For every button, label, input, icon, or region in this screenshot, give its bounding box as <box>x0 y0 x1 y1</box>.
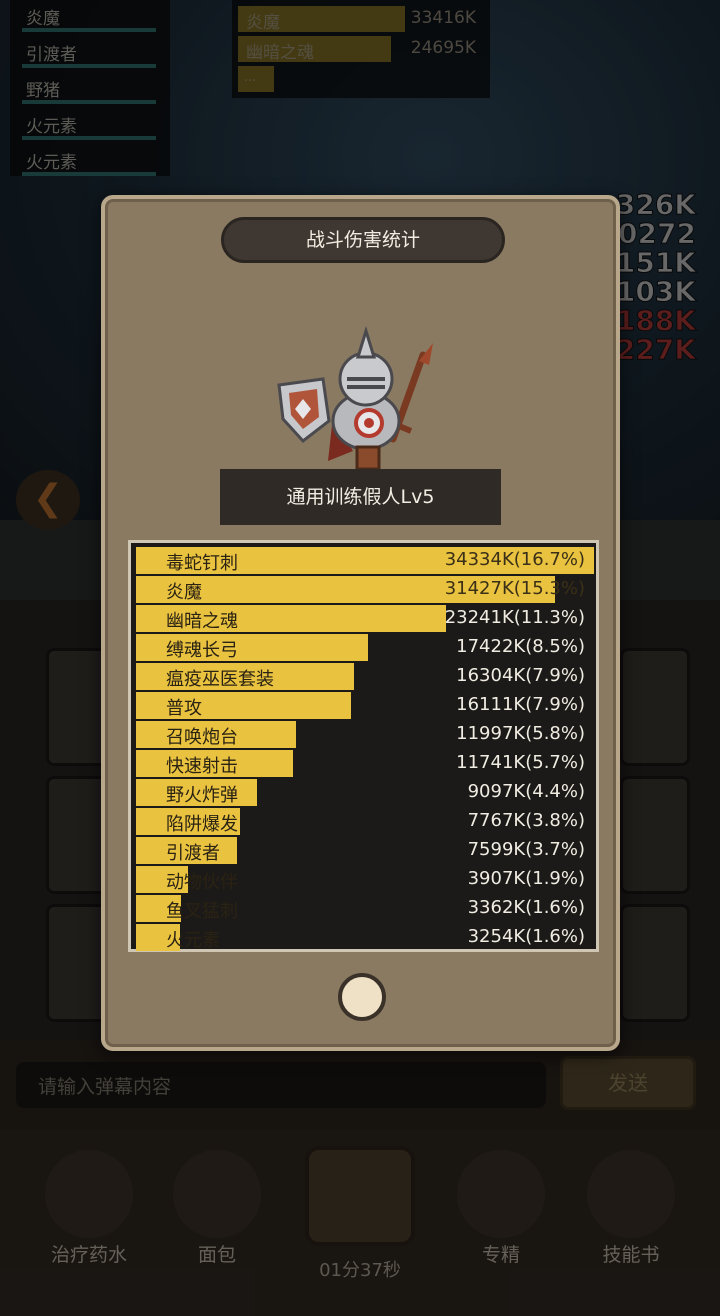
damage-value: 3907K(1.9%) <box>467 868 585 889</box>
damage-value: 16111K(7.9%) <box>456 694 585 715</box>
skill-name: 引渡者 <box>166 843 220 864</box>
damage-value: 3254K(1.6%) <box>467 926 585 947</box>
damage-table: 毒蛇钉刺 34334K(16.7%) 炎魔 31427K(15.3%) 幽暗之魂 2324… <box>128 540 599 952</box>
damage-row: 缚魂长弓 17422K(8.5%) <box>134 633 593 662</box>
skill-name: 炎魔 <box>166 582 202 603</box>
damage-value: 11997K(5.8%) <box>456 723 585 744</box>
damage-row: 普攻 16111K(7.9%) <box>134 691 593 720</box>
damage-row: 瘟疫巫医套装 16304K(7.9%) <box>134 662 593 691</box>
damage-value: 16304K(7.9%) <box>456 665 585 686</box>
damage-row: 鱼叉猛刺 3362K(1.6%) <box>134 894 593 923</box>
target-name-plate: 通用训练假人Lv5 <box>220 469 501 525</box>
damage-value: 31427K(15.3%) <box>444 578 585 599</box>
skill-name: 火元素 <box>166 930 220 951</box>
damage-row: 火元素 3254K(1.6%) <box>134 923 593 952</box>
damage-row: 召唤炮台 11997K(5.8%) <box>134 720 593 749</box>
skill-name: 快速射击 <box>166 756 238 777</box>
skill-name: 瘟疫巫医套装 <box>166 669 274 690</box>
damage-row: 陷阱爆发 7767K(3.8%) <box>134 807 593 836</box>
damage-row: 野火炸弹 9097K(4.4%) <box>134 778 593 807</box>
damage-row: 炎魔 31427K(15.3%) <box>134 575 593 604</box>
damage-value: 9097K(4.4%) <box>467 781 585 802</box>
damage-row: 动物伙伴 3907K(1.9%) <box>134 865 593 894</box>
training-dummy-knight-icon <box>277 325 433 471</box>
damage-row: 毒蛇钉刺 34334K(16.7%) <box>134 546 594 575</box>
skill-name: 毒蛇钉刺 <box>166 553 238 574</box>
damage-value: 3362K(1.6%) <box>467 897 585 918</box>
skill-name: 陷阱爆发 <box>166 814 238 835</box>
damage-value: 23241K(11.3%) <box>444 607 585 628</box>
damage-value: 7599K(3.7%) <box>467 839 585 860</box>
skill-name: 动物伙伴 <box>166 872 238 893</box>
damage-value: 17422K(8.5%) <box>456 636 585 657</box>
skill-name: 普攻 <box>166 698 202 719</box>
damage-row: 引渡者 7599K(3.7%) <box>134 836 593 865</box>
close-button[interactable] <box>338 973 386 1021</box>
damage-value: 7767K(3.8%) <box>467 810 585 831</box>
skill-name: 幽暗之魂 <box>166 611 238 632</box>
damage-value: 34334K(16.7%) <box>444 549 585 570</box>
skill-name: 缚魂长弓 <box>166 640 238 661</box>
damage-row: 快速射击 11741K(5.7%) <box>134 749 593 778</box>
skill-name: 召唤炮台 <box>166 727 238 748</box>
damage-value: 11741K(5.7%) <box>456 752 585 773</box>
damage-row: 幽暗之魂 23241K(11.3%) <box>134 604 593 633</box>
dialog-title: 战斗伤害统计 <box>221 217 505 263</box>
skill-name: 野火炸弹 <box>166 785 238 806</box>
damage-stats-dialog: 战斗伤害统计 通用训练假人Lv5 毒蛇钉刺 34334K(16.7%) 炎魔 3142… <box>101 195 620 1051</box>
skill-name: 鱼叉猛刺 <box>166 901 238 922</box>
